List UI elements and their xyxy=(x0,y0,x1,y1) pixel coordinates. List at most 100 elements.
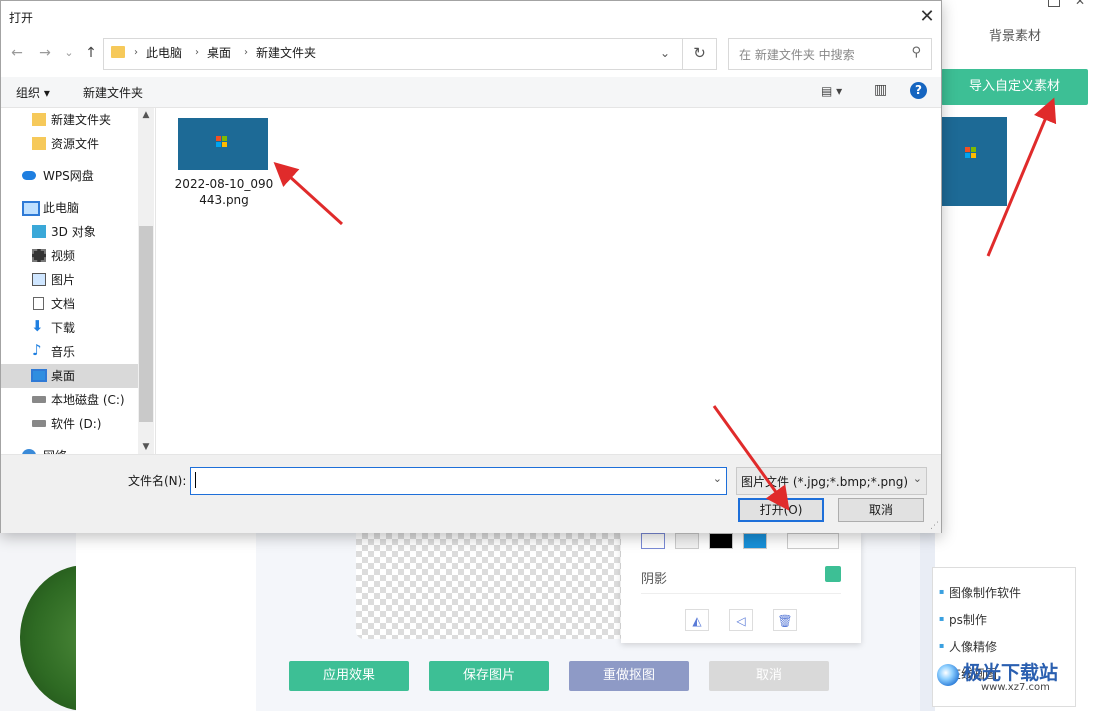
open-file-dialog: 打开 ✕ ← → ⌄ ↑ › 此电脑 › 桌面 › 新建文件夹 ⌄ ↻ 在 新建… xyxy=(0,0,942,533)
resize-grip-icon[interactable]: ⋰ xyxy=(930,521,939,531)
sidebar-item-drive-c[interactable]: 本地磁盘 (C:) xyxy=(1,388,138,412)
search-icon: ⚲ xyxy=(911,45,921,60)
apply-effect-button[interactable]: 应用效果 xyxy=(289,661,409,691)
material-thumbnail[interactable] xyxy=(941,117,1007,206)
desktop-icon xyxy=(31,369,47,382)
sidebar-item-videos[interactable]: 视频 xyxy=(1,244,138,268)
close-icon[interactable]: ✕ xyxy=(1075,0,1085,8)
scrollbar-thumb[interactable] xyxy=(139,226,153,422)
close-icon[interactable]: ✕ xyxy=(913,5,941,29)
document-icon xyxy=(33,297,44,310)
flip-vertical-button[interactable]: ◁ xyxy=(729,609,753,631)
shadow-color-swatch[interactable] xyxy=(825,566,841,582)
sidebar-item-pictures[interactable]: 图片 xyxy=(1,268,138,292)
scroll-down-icon[interactable]: ▼ xyxy=(138,442,154,452)
swatch-black[interactable] xyxy=(709,533,733,549)
delete-button[interactable]: 🗑 xyxy=(773,609,797,631)
up-arrow-icon[interactable]: ↑ xyxy=(81,41,101,65)
video-icon xyxy=(32,249,46,262)
sidebar-item-label: WPS网盘 xyxy=(43,169,94,183)
swatch-picker[interactable] xyxy=(787,533,839,549)
swatch-custom[interactable] xyxy=(641,533,665,549)
sidebar-item-label: 网络 xyxy=(43,444,67,454)
new-folder-button[interactable]: 新建文件夹 xyxy=(83,84,143,101)
watermark-title: 极光下载站 xyxy=(963,662,1059,684)
tab-background-material[interactable]: 背景素材 xyxy=(935,20,1095,54)
tag-item[interactable]: ps制作 xyxy=(939,611,987,628)
window-controls: ✕ xyxy=(1045,0,1095,10)
folder-icon xyxy=(111,46,125,58)
open-button[interactable]: 打开(O) xyxy=(738,498,824,522)
preview-pane-icon[interactable]: ▥ xyxy=(874,82,887,98)
navigation-pane: 新建文件夹 资源文件 WPS网盘 此电脑 3D 对象 视频 图片 文档 ⬇ 下载… xyxy=(1,108,156,454)
folder-icon xyxy=(32,113,46,126)
sidebar-item-documents[interactable]: 文档 xyxy=(1,292,138,316)
sidebar-item-resources[interactable]: 资源文件 xyxy=(1,132,138,156)
chevron-down-icon[interactable]: ⌄ xyxy=(713,472,722,485)
scroll-up-icon[interactable]: ▲ xyxy=(138,110,154,120)
tag-item[interactable]: 图像制作软件 xyxy=(939,584,1021,601)
address-bar[interactable]: › 此电脑 › 桌面 › 新建文件夹 ⌄ xyxy=(103,38,683,70)
sidebar-item-network[interactable]: 网络 xyxy=(1,444,138,454)
filename-input[interactable]: ⌄ xyxy=(190,467,727,495)
file-type-select[interactable]: 图片文件 (*.jpg;*.bmp;*.png) ⌄ xyxy=(736,467,927,495)
breadcrumb-separator: › xyxy=(244,47,248,58)
chevron-down-icon[interactable]: ⌄ xyxy=(913,472,922,485)
view-options-icon[interactable]: ▤ ▾ xyxy=(821,84,842,98)
music-icon: ♪ xyxy=(32,341,42,359)
forward-arrow-icon[interactable]: → xyxy=(35,41,55,65)
sidebar-item-label: 音乐 xyxy=(51,345,76,359)
watermark-icon xyxy=(937,664,959,686)
shadow-label: 阴影 xyxy=(641,572,668,587)
sidebar-item-3d-objects[interactable]: 3D 对象 xyxy=(1,220,138,244)
import-custom-material-button[interactable]: 导入自定义素材 xyxy=(941,69,1088,105)
cloud-icon xyxy=(22,171,36,180)
file-type-value: 图片文件 (*.jpg;*.bmp;*.png) xyxy=(741,475,909,489)
file-thumbnail[interactable] xyxy=(178,118,268,170)
breadcrumb-new-folder[interactable]: 新建文件夹 xyxy=(256,39,316,67)
recent-locations-icon[interactable]: ⌄ xyxy=(59,41,79,65)
organize-menu[interactable]: 组织 ▾ xyxy=(16,84,50,101)
sidebar-item-desktop[interactable]: 桌面 xyxy=(1,364,138,388)
picture-icon xyxy=(32,273,46,286)
refresh-icon[interactable]: ↻ xyxy=(682,38,717,70)
help-icon[interactable]: ? xyxy=(910,82,927,99)
sidebar-item-downloads[interactable]: ⬇ 下载 xyxy=(1,316,138,340)
sidebar-item-drive-d[interactable]: 软件 (D:) xyxy=(1,412,138,436)
text-caret xyxy=(195,472,196,488)
command-bar: 组织 ▾ 新建文件夹 ▤ ▾ ▥ ? xyxy=(1,77,941,108)
sidebar-item-new-folder[interactable]: 新建文件夹 xyxy=(1,108,138,132)
sidebar-item-label: 视频 xyxy=(51,249,76,263)
save-image-button[interactable]: 保存图片 xyxy=(429,661,549,691)
sidebar-scrollbar[interactable]: ▲ ▼ xyxy=(138,108,154,454)
breadcrumb-this-pc[interactable]: 此电脑 xyxy=(146,39,182,67)
tag-item[interactable]: 人像精修 xyxy=(939,638,997,655)
cancel-button[interactable]: 取消 xyxy=(838,498,924,522)
sidebar-item-label: 图片 xyxy=(51,273,76,287)
flip-horizontal-button[interactable]: ◭ xyxy=(685,609,709,631)
swatch-blue[interactable] xyxy=(743,533,767,549)
cancel-edit-button[interactable]: 取消 xyxy=(709,661,829,691)
sidebar-item-label: 此电脑 xyxy=(43,201,80,215)
chevron-down-icon[interactable]: ⌄ xyxy=(660,39,670,67)
image-list-panel xyxy=(76,533,256,711)
breadcrumb-separator: › xyxy=(195,47,199,58)
watermark-url: www.xz7.com xyxy=(981,682,1050,693)
sidebar-item-wps-cloud[interactable]: WPS网盘 xyxy=(1,164,138,188)
divider xyxy=(641,593,841,594)
drive-icon xyxy=(32,396,46,403)
breadcrumb-desktop[interactable]: 桌面 xyxy=(207,39,231,67)
sidebar-item-music[interactable]: ♪ 音乐 xyxy=(1,340,138,364)
drive-icon xyxy=(32,420,46,427)
file-name[interactable]: 2022-08-10_090443.png xyxy=(172,176,276,208)
back-arrow-icon[interactable]: ← xyxy=(7,41,27,65)
maximize-icon[interactable] xyxy=(1048,0,1060,7)
redo-matting-button[interactable]: 重做抠图 xyxy=(569,661,689,691)
transparent-canvas[interactable] xyxy=(356,533,626,639)
search-input[interactable]: 在 新建文件夹 中搜索 ⚲ xyxy=(728,38,932,70)
sidebar-item-this-pc[interactable]: 此电脑 xyxy=(1,196,138,220)
file-list: 2022-08-10_090443.png xyxy=(156,108,941,454)
watermark-logo: 极光下载站 www.xz7.com xyxy=(935,656,1090,696)
cube-icon xyxy=(32,225,46,238)
swatch-light[interactable] xyxy=(675,533,699,549)
